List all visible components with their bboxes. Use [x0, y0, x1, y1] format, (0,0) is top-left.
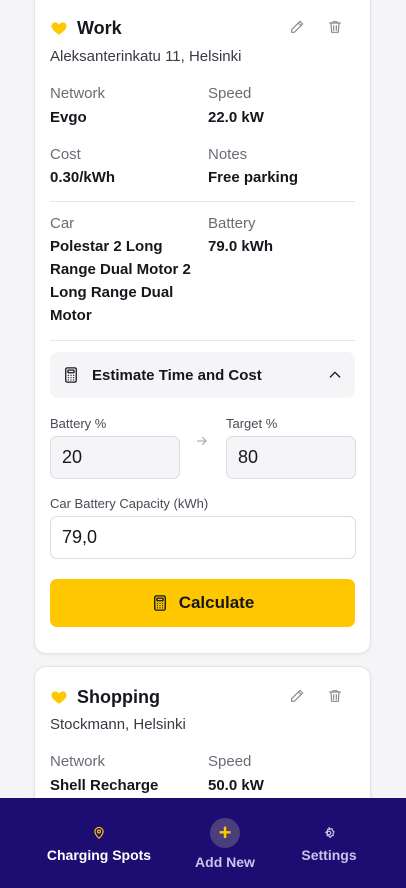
- target-pct-input[interactable]: 80: [226, 436, 356, 479]
- network-label: Network: [50, 85, 106, 102]
- charging-spot-card: Shopping Stockmann, Helsinki Network She…: [34, 666, 371, 798]
- pencil-icon: [291, 20, 304, 33]
- calculate-label: Calculate: [178, 593, 255, 612]
- gear-icon: [325, 826, 335, 839]
- cost-label: Cost: [50, 146, 81, 163]
- charging-spots-list[interactable]: Work Aleksanterinkatu 11, Helsinki Netwo…: [0, 0, 406, 798]
- notes-value: Free parking: [208, 169, 299, 186]
- speed-label: Speed: [208, 85, 252, 102]
- nav-label: Settings: [301, 847, 357, 863]
- battery-pct-input[interactable]: 20: [50, 436, 180, 479]
- nav-label: Charging Spots: [46, 847, 152, 863]
- network-value: Evgo: [50, 109, 87, 126]
- battery-value: 79.0 kWh: [208, 238, 274, 255]
- divider: [50, 340, 355, 341]
- car-label: Car: [50, 215, 75, 232]
- network-value: Shell Recharge: [50, 777, 159, 794]
- delete-button[interactable]: [325, 686, 345, 706]
- plus-icon: +: [210, 818, 240, 848]
- cost-value: 0.30/kWh: [50, 169, 116, 186]
- location-pin-icon: [94, 826, 104, 839]
- delete-button[interactable]: [325, 17, 345, 37]
- trash-icon: [329, 690, 341, 702]
- divider: [50, 201, 355, 202]
- heart-icon[interactable]: [50, 19, 68, 37]
- nav-item-add-new[interactable]: + Add New: [185, 818, 265, 870]
- card-address: Stockmann, Helsinki: [50, 716, 186, 733]
- charging-spot-card: Work Aleksanterinkatu 11, Helsinki Netwo…: [34, 0, 371, 654]
- trash-icon: [329, 21, 341, 33]
- card-actions: [287, 686, 345, 706]
- heart-icon[interactable]: [50, 688, 68, 706]
- calculator-icon: [65, 367, 77, 383]
- notes-label: Notes: [208, 146, 248, 163]
- edit-button[interactable]: [287, 686, 307, 706]
- edit-button[interactable]: [287, 17, 307, 37]
- car-value: Polestar 2 Long Range Dual Motor 2 Long …: [50, 238, 191, 324]
- card-actions: [287, 17, 345, 37]
- card-header: Work: [50, 14, 355, 42]
- estimate-toggle[interactable]: Estimate Time and Cost: [50, 352, 355, 398]
- calculate-button[interactable]: Calculate: [50, 579, 355, 627]
- estimate-title: Estimate Time and Cost: [92, 366, 262, 384]
- target-pct-label: Target %: [226, 416, 278, 431]
- battery-label: Battery: [208, 215, 256, 232]
- capacity-input[interactable]: 79,0: [50, 516, 356, 559]
- speed-label: Speed: [208, 753, 252, 770]
- card-title: Shopping: [77, 686, 160, 707]
- nav-item-charging-spots[interactable]: Charging Spots: [40, 826, 158, 863]
- card-header: Shopping: [50, 683, 355, 711]
- speed-value: 50.0 kW: [208, 777, 264, 794]
- bottom-nav: Charging Spots + Add New Settings: [0, 798, 406, 888]
- calculator-icon: [153, 595, 166, 611]
- network-label: Network: [50, 753, 106, 770]
- nav-label: Add New: [195, 854, 255, 870]
- arrow-right-icon: [196, 436, 207, 446]
- battery-pct-label: Battery %: [50, 416, 107, 431]
- speed-value: 22.0 kW: [208, 109, 264, 126]
- card-title: Work: [77, 17, 122, 38]
- chevron-up-icon: [329, 371, 341, 378]
- capacity-label: Car Battery Capacity (kWh): [50, 496, 209, 511]
- nav-item-settings[interactable]: Settings: [290, 826, 368, 863]
- pencil-icon: [291, 689, 304, 702]
- card-address: Aleksanterinkatu 11, Helsinki: [50, 48, 242, 65]
